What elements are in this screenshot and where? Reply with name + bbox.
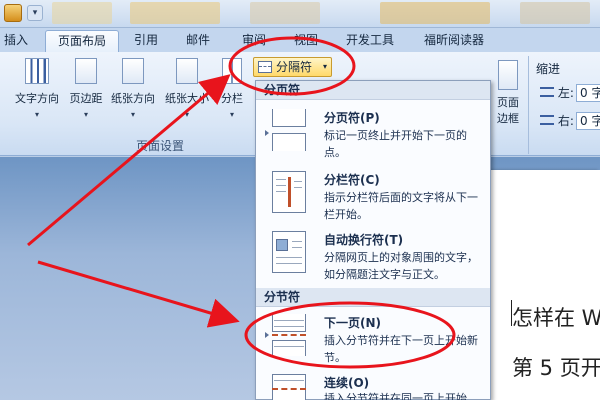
tab-review[interactable]: 审阅: [234, 30, 274, 52]
document-heading: 怎样在 W: [512, 306, 600, 330]
menu-item-description: 指示分栏符后面的文字将从下一栏开始。: [324, 191, 478, 221]
paper-size-icon: [176, 58, 198, 84]
menu-item-title: 分栏符(C): [324, 173, 380, 187]
tab-mailings[interactable]: 邮件: [178, 30, 218, 52]
continuous-break-icon: [270, 374, 308, 400]
quick-access-dropdown-icon[interactable]: ▾: [27, 5, 43, 21]
tab-references[interactable]: 引用: [128, 30, 164, 52]
chevron-down-icon: ▾: [229, 110, 234, 119]
title-bar: ▾: [0, 0, 600, 28]
menu-item-title: 自动换行符(T): [324, 233, 404, 247]
chevron-down-icon: ▾: [83, 110, 88, 119]
column-break-icon: [270, 171, 308, 213]
page-break-icon: [258, 61, 272, 73]
chevron-down-icon: ▾: [184, 110, 189, 119]
breaks-label: 分隔符: [276, 60, 313, 74]
page-setup-group-label: 页面设置: [135, 139, 184, 153]
breaks-button[interactable]: 分隔符 ▾: [253, 57, 332, 77]
breaks-menu: 分页符 分页符(P) 标记一页终止并开始下一页的点。 分栏符(C) 指示分栏符后…: [255, 80, 491, 400]
text-direction-button[interactable]: 文字方向 ▾: [8, 58, 66, 119]
text-direction-icon: [25, 58, 49, 84]
group-divider: [528, 56, 529, 154]
page-borders-label-1: 页面: [497, 96, 519, 109]
indent-right-row: 右:: [540, 112, 574, 129]
page-borders-icon: [498, 60, 518, 90]
menu-item-title: 分页符(P): [324, 111, 380, 125]
blurred-thumbnail: [250, 2, 320, 24]
text-wrapping-icon: [270, 231, 308, 273]
columns-icon: [222, 58, 242, 84]
menu-item-description: 插入分节符并在下一页上开始新节。: [324, 334, 478, 364]
orientation-label: 纸张方向: [111, 92, 155, 105]
tab-insert[interactable]: 插入: [0, 30, 32, 52]
page-borders-label-2: 边框: [497, 112, 519, 125]
margins-icon: [75, 58, 97, 84]
document-line: 第 5 页开: [512, 356, 600, 380]
columns-button[interactable]: 分栏 ▾: [214, 58, 250, 119]
ribbon-tabs: 插入 页面布局 引用 邮件 审阅 视图 开发工具 福昕阅读器: [0, 28, 600, 52]
size-label: 纸张大小: [165, 92, 209, 105]
menu-item-description: 插入分节符并在同一页上开始: [324, 392, 467, 400]
chevron-down-icon: ▾: [130, 110, 135, 119]
blurred-thumbnail: [130, 2, 220, 24]
menu-item-marker-icon: [265, 130, 269, 136]
menu-item-next-page[interactable]: 下一页(N) 插入分节符并在下一页上开始新节。: [256, 310, 490, 370]
blurred-thumbnail: [520, 2, 590, 24]
tab-page-layout[interactable]: 页面布局: [45, 30, 119, 52]
indent-right-icon: [540, 115, 554, 125]
tab-view[interactable]: 视图: [286, 30, 326, 52]
blurred-thumbnail: [380, 2, 490, 24]
menu-item-description: 分隔网页上的对象周围的文字，如分隔题注文字与正文。: [324, 251, 478, 281]
orientation-button[interactable]: 纸张方向 ▾: [106, 58, 160, 119]
tab-foxit-reader[interactable]: 福昕阅读器: [416, 30, 492, 52]
indent-left-input[interactable]: 0 字: [576, 84, 600, 102]
office-button-icon[interactable]: [4, 4, 22, 22]
menu-item-title: 下一页(N): [324, 316, 382, 330]
menu-item-page-break[interactable]: 分页符(P) 标记一页终止并开始下一页的点。: [256, 103, 490, 165]
blurred-thumbnail: [52, 2, 112, 24]
menu-item-description: 标记一页终止并开始下一页的点。: [324, 129, 467, 159]
text-direction-label: 文字方向: [15, 92, 59, 105]
columns-label: 分栏: [221, 92, 243, 105]
next-page-break-icon: [270, 314, 308, 356]
indent-left-label: 左:: [557, 86, 574, 100]
margins-button[interactable]: 页边距 ▾: [64, 58, 108, 119]
orientation-icon: [122, 58, 144, 84]
indent-left-row: 左:: [540, 84, 574, 101]
chevron-down-icon: ▾: [34, 110, 39, 119]
chevron-down-icon: ▾: [322, 62, 327, 71]
page-break-icon: [270, 109, 308, 151]
size-button[interactable]: 纸张大小 ▾: [160, 58, 214, 119]
page-borders-button[interactable]: 页面 边框: [492, 60, 524, 126]
menu-item-title: 连续(O): [324, 376, 370, 390]
menu-section-page-breaks: 分页符: [256, 81, 490, 100]
menu-item-column-break[interactable]: 分栏符(C) 指示分栏符后面的文字将从下一栏开始。: [256, 167, 490, 227]
indent-right-input[interactable]: 0 字: [576, 112, 600, 130]
menu-item-text-wrapping-break[interactable]: 自动换行符(T) 分隔网页上的对象周围的文字，如分隔题注文字与正文。: [256, 227, 490, 287]
menu-section-section-breaks: 分节符: [256, 288, 490, 307]
menu-item-continuous[interactable]: 连续(O) 插入分节符并在同一页上开始: [256, 370, 490, 400]
indent-left-icon: [540, 87, 554, 97]
margins-label: 页边距: [69, 92, 103, 105]
indent-right-label: 右:: [557, 114, 574, 128]
tab-developer[interactable]: 开发工具: [338, 30, 402, 52]
menu-item-marker-icon: [265, 332, 269, 338]
indent-group-label: 缩进: [536, 62, 561, 76]
